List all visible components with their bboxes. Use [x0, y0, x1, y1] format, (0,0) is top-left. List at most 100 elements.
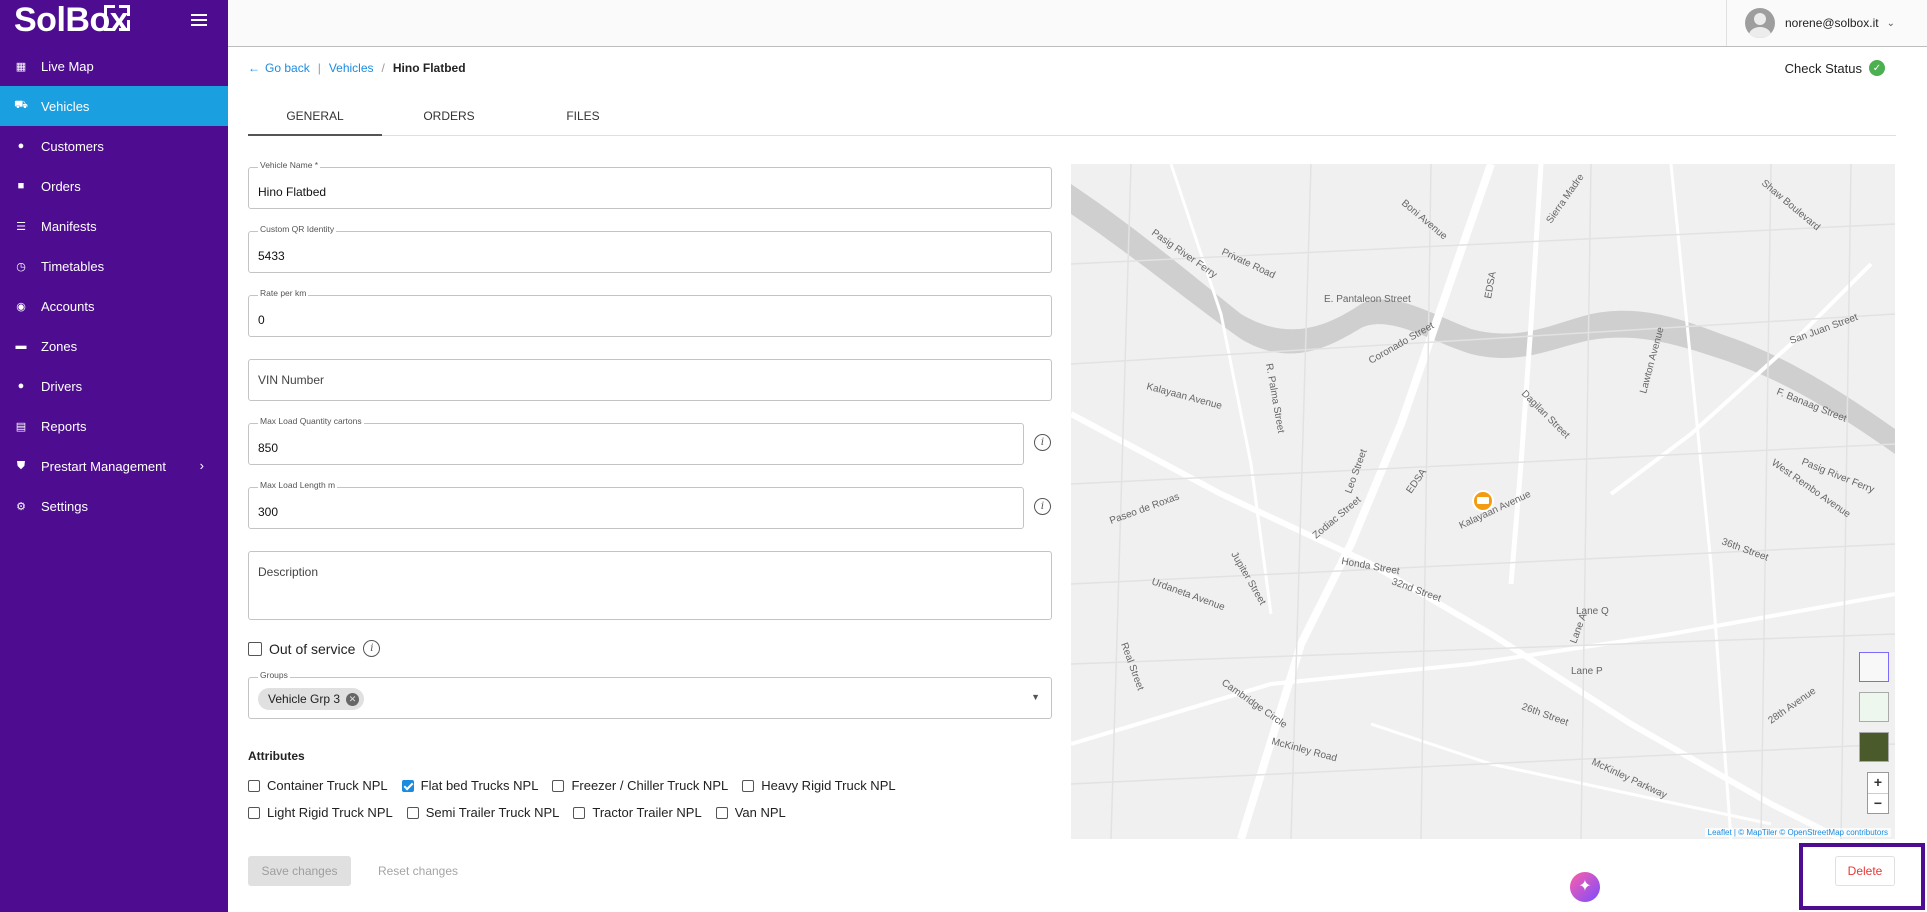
map-style-satellite-button[interactable]	[1859, 732, 1889, 762]
tab-general[interactable]: GENERAL	[248, 99, 382, 136]
leaflet-link[interactable]: Leaflet	[1708, 828, 1732, 837]
tab-files[interactable]: FILES	[516, 99, 650, 135]
attribute-checkbox[interactable]	[552, 779, 565, 792]
person-icon: ●	[17, 140, 25, 152]
sidebar-item-settings[interactable]: ⚙ Settings	[0, 486, 228, 526]
check-status[interactable]: Check Status ✓	[1785, 60, 1885, 76]
chip-label: Vehicle Grp 3	[268, 692, 341, 706]
attribute-checkbox[interactable]	[248, 806, 260, 819]
tab-bar: GENERAL ORDERS FILES	[248, 99, 1896, 136]
field-label: Custom QR Identity	[258, 224, 337, 234]
attributes-row: Container Truck NPL Flat bed Trucks NPL …	[248, 778, 910, 793]
save-changes-button[interactable]: Save changes	[248, 856, 351, 886]
sidebar-item-drivers[interactable]: ● Drivers	[0, 366, 228, 406]
sidebar: SolBox ▦ Live Map ⛟ Vehicles ● Customers…	[0, 0, 228, 912]
vehicle-map[interactable]: Pasig River Ferry Pasig River Ferry E. P…	[1071, 164, 1895, 839]
sidebar-item-manifests[interactable]: ☰ Manifests	[0, 206, 228, 246]
back-arrow-icon[interactable]: ←	[248, 61, 260, 75]
shield-icon: ⛊	[16, 459, 26, 472]
menu-icon[interactable]	[191, 14, 207, 26]
zones-icon: ▬	[15, 340, 27, 352]
logo-row: SolBox	[0, 0, 228, 46]
sidebar-item-label: Settings	[41, 498, 88, 514]
field-placeholder: VIN Number	[258, 373, 325, 387]
info-icon[interactable]: i	[1034, 498, 1051, 515]
dashboard-icon: ▦	[15, 60, 27, 73]
info-icon[interactable]: i	[1034, 434, 1051, 451]
go-back-link[interactable]: Go back	[265, 61, 310, 75]
attribute-checkbox[interactable]	[406, 806, 419, 819]
attribute-semi-trailer-truck[interactable]: Semi Trailer Truck NPL	[406, 805, 560, 820]
attribute-freezer-chiller-truck[interactable]: Freezer / Chiller Truck NPL	[552, 778, 728, 793]
sidebar-item-label: Reports	[41, 418, 87, 434]
attribute-checkbox[interactable]	[715, 806, 728, 819]
attribute-container-truck[interactable]: Container Truck NPL	[248, 778, 388, 793]
folder-icon: ■	[17, 180, 25, 192]
attribute-flat-bed-trucks[interactable]: Flat bed Trucks NPL	[401, 778, 539, 793]
attribute-label: Tractor Trailer NPL	[592, 805, 702, 820]
attribute-label: Container Truck NPL	[267, 778, 388, 793]
delete-button[interactable]: Delete	[1835, 856, 1895, 886]
info-icon[interactable]: i	[363, 640, 381, 657]
chevron-down-icon: ⌄	[1886, 17, 1895, 29]
ai-assistant-button[interactable]: ✦	[1570, 872, 1600, 902]
map-label: Lane P	[1571, 666, 1603, 677]
top-bar: norene@solbox.it ⌄	[228, 0, 1927, 47]
map-label: E. Pantaleon Street	[1324, 294, 1411, 305]
sidebar-item-accounts[interactable]: ◉ Accounts	[0, 286, 228, 326]
breadcrumb-vehicles-link[interactable]: Vehicles	[329, 61, 374, 75]
attribute-label: Light Rigid Truck NPL	[267, 805, 393, 820]
chevron-right-icon: ›	[199, 458, 204, 473]
map-style-default-button[interactable]	[1859, 652, 1889, 682]
field-value: 300	[258, 505, 279, 519]
field-label: Max Load Length m	[258, 480, 338, 490]
logo-bracket-icon	[104, 5, 130, 31]
description-field[interactable]: Description	[248, 551, 1052, 620]
sidebar-item-customers[interactable]: ● Customers	[0, 126, 228, 166]
tab-orders[interactable]: ORDERS	[382, 99, 516, 135]
sidebar-item-reports[interactable]: ▤ Reports	[0, 406, 228, 446]
field-label: Groups	[258, 670, 290, 680]
avatar	[1745, 8, 1775, 38]
sidebar-item-prestart-management[interactable]: ⛊ Prestart Management ›	[0, 446, 228, 486]
attribute-label: Semi Trailer Truck NPL	[425, 805, 560, 820]
map-attribution: Leaflet | © MapTiler © OpenStreetMap con…	[1704, 828, 1891, 837]
attribute-checkbox[interactable]	[742, 779, 755, 792]
attribute-checkbox[interactable]	[248, 779, 260, 792]
attribute-checkbox[interactable]	[401, 779, 414, 792]
custom-qr-field[interactable]: Custom QR Identity 5433	[248, 224, 1052, 273]
field-label: Vehicle Name *	[258, 160, 321, 170]
map-style-streets-button[interactable]	[1859, 692, 1889, 722]
sidebar-item-orders[interactable]: ■ Orders	[0, 166, 228, 206]
max-load-quantity-field[interactable]: Max Load Quantity cartons 850	[248, 416, 1024, 465]
sidebar-item-label: Prestart Management	[41, 458, 167, 474]
attribution-text[interactable]: | © MapTiler © OpenStreetMap contributor…	[1734, 828, 1888, 837]
sidebar-item-zones[interactable]: ▬ Zones	[0, 326, 228, 366]
reset-changes-button[interactable]: Reset changes	[363, 856, 473, 886]
vehicle-name-field[interactable]: Vehicle Name * Hino Flatbed	[248, 160, 1052, 209]
out-of-service-checkbox[interactable]	[248, 641, 262, 656]
remove-chip-icon[interactable]: ✕	[346, 692, 360, 706]
vin-number-field[interactable]: VIN Number	[248, 359, 1052, 401]
attribute-tractor-trailer[interactable]: Tractor Trailer NPL	[573, 805, 702, 820]
sidebar-item-live-map[interactable]: ▦ Live Map	[0, 46, 228, 86]
max-load-length-field[interactable]: Max Load Length m 300	[248, 480, 1024, 529]
user-menu[interactable]: norene@solbox.it ⌄	[1726, 0, 1927, 46]
attribute-van[interactable]: Van NPL	[715, 805, 786, 820]
sidebar-item-label: Live Map	[41, 58, 94, 74]
sidebar-item-label: Zones	[41, 338, 78, 354]
field-label: Max Load Quantity cartons	[258, 416, 364, 426]
zoom-in-button[interactable]: +	[1868, 773, 1888, 794]
sidebar-item-vehicles[interactable]: ⛟ Vehicles	[0, 86, 228, 126]
sidebar-nav: ▦ Live Map ⛟ Vehicles ● Customers ■ Orde…	[0, 46, 228, 526]
groups-select[interactable]: Groups Vehicle Grp 3 ✕ ▼	[248, 670, 1052, 719]
attribute-heavy-rigid-truck[interactable]: Heavy Rigid Truck NPL	[742, 778, 896, 793]
account-icon: ◉	[16, 300, 26, 313]
dropdown-arrow-icon[interactable]: ▼	[1031, 692, 1040, 702]
attribute-checkbox[interactable]	[573, 806, 586, 819]
zoom-out-button[interactable]: −	[1868, 794, 1888, 814]
attribute-light-rigid-truck[interactable]: Light Rigid Truck NPL	[248, 805, 393, 820]
attribute-label: Flat bed Trucks NPL	[420, 778, 539, 793]
sidebar-item-timetables[interactable]: ◷ Timetables	[0, 246, 228, 286]
rate-per-km-field[interactable]: Rate per km 0	[248, 288, 1052, 337]
